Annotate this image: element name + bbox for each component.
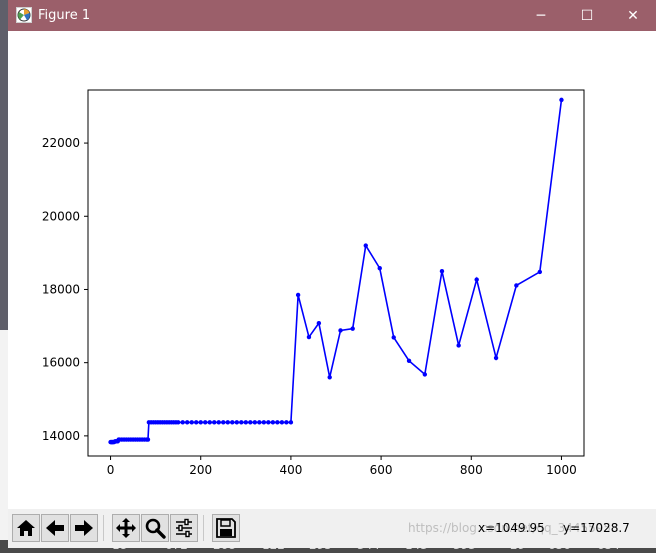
data-point bbox=[221, 420, 226, 425]
data-point bbox=[257, 420, 262, 425]
zoom-button[interactable] bbox=[141, 514, 169, 542]
data-point bbox=[493, 355, 499, 361]
data-point bbox=[377, 266, 382, 271]
forward-arrow-icon bbox=[75, 520, 93, 536]
data-point bbox=[212, 420, 217, 425]
figure-window: Figure 1 ─ ☐ ✕ 0 200 400 600 800 1000 14000 160… bbox=[8, 0, 656, 548]
forward-button[interactable] bbox=[70, 514, 98, 542]
x-tick-label: 1000 bbox=[546, 463, 577, 477]
data-point bbox=[239, 420, 244, 425]
x-tick-label: 0 bbox=[107, 463, 115, 477]
y-tick-label: 18000 bbox=[42, 282, 80, 296]
configure-subplots-button[interactable] bbox=[170, 514, 198, 542]
data-point bbox=[537, 269, 543, 275]
cursor-x-readout: x=1049.95 bbox=[478, 521, 545, 535]
data-point bbox=[194, 420, 199, 425]
data-point bbox=[559, 97, 564, 103]
y-tick-label: 20000 bbox=[42, 209, 80, 223]
data-point bbox=[189, 420, 194, 425]
data-point bbox=[363, 243, 368, 248]
configure-subplots-icon bbox=[176, 518, 192, 538]
data-point bbox=[391, 335, 396, 340]
data-point bbox=[439, 268, 445, 274]
home-icon bbox=[17, 520, 35, 536]
navigation-toolbar: https://blog.csdn.net/qq_34455953 x=1049… bbox=[8, 509, 656, 548]
data-point bbox=[252, 420, 258, 425]
toolbar-separator bbox=[103, 515, 104, 541]
maximize-icon: ☐ bbox=[580, 7, 594, 24]
data-point bbox=[266, 420, 271, 425]
data-point bbox=[180, 420, 185, 425]
data-point bbox=[270, 420, 276, 425]
data-point bbox=[474, 277, 479, 282]
data-point bbox=[456, 343, 461, 348]
save-icon bbox=[216, 518, 236, 538]
data-point bbox=[185, 420, 190, 425]
data-point bbox=[234, 420, 239, 425]
data-point bbox=[295, 292, 301, 298]
cursor-y-readout: y=17028.7 bbox=[563, 521, 630, 535]
y-tick-label: 16000 bbox=[42, 356, 80, 370]
save-button[interactable] bbox=[212, 514, 240, 542]
data-point bbox=[225, 420, 230, 425]
data-point bbox=[338, 328, 343, 333]
data-point bbox=[279, 420, 285, 425]
figure-canvas[interactable]: 0 200 400 600 800 1000 14000 16000 18000 20000 220… bbox=[8, 31, 656, 509]
data-point bbox=[207, 420, 212, 425]
data-point bbox=[261, 420, 267, 425]
pan-button[interactable] bbox=[112, 514, 140, 542]
close-button[interactable]: ✕ bbox=[610, 0, 656, 31]
data-point bbox=[350, 326, 355, 331]
minimize-icon: ─ bbox=[536, 7, 546, 24]
close-icon: ✕ bbox=[627, 7, 639, 24]
x-tick-label: 600 bbox=[370, 463, 393, 477]
x-tick-label: 200 bbox=[189, 463, 212, 477]
matplotlib-app-icon bbox=[16, 7, 32, 23]
data-point bbox=[514, 283, 519, 288]
data-point bbox=[243, 420, 249, 425]
data-point bbox=[145, 437, 151, 442]
maximize-button[interactable]: ☐ bbox=[564, 0, 610, 31]
data-point bbox=[327, 375, 332, 380]
window-title: Figure 1 bbox=[38, 8, 91, 23]
back-arrow-icon bbox=[46, 520, 64, 536]
data-point bbox=[316, 320, 322, 326]
data-point bbox=[230, 420, 235, 425]
pan-icon bbox=[116, 518, 136, 538]
back-button[interactable] bbox=[41, 514, 69, 542]
data-point bbox=[216, 420, 221, 425]
data-point bbox=[203, 420, 208, 425]
minimize-button[interactable]: ─ bbox=[518, 0, 564, 31]
data-point bbox=[275, 420, 280, 425]
x-tick-label: 400 bbox=[279, 463, 302, 477]
y-tick-label: 22000 bbox=[42, 136, 80, 150]
line-chart[interactable]: 0 200 400 600 800 1000 14000 16000 18000 20000 220… bbox=[8, 31, 656, 509]
data-point bbox=[175, 420, 181, 425]
x-tick-label: 800 bbox=[460, 463, 483, 477]
data-point bbox=[288, 420, 294, 425]
toolbar-separator bbox=[203, 515, 204, 541]
data-point bbox=[248, 420, 253, 425]
desktop-background-lower bbox=[0, 330, 8, 553]
title-bar[interactable]: Figure 1 ─ ☐ ✕ bbox=[8, 0, 656, 31]
data-point bbox=[284, 420, 289, 425]
data-point bbox=[306, 334, 312, 340]
data-point bbox=[406, 358, 412, 364]
data-point bbox=[198, 420, 203, 425]
home-button[interactable] bbox=[12, 514, 40, 542]
plot-area bbox=[88, 90, 584, 456]
data-point bbox=[422, 372, 428, 377]
zoom-icon bbox=[145, 518, 166, 539]
y-tick-label: 14000 bbox=[42, 429, 80, 443]
